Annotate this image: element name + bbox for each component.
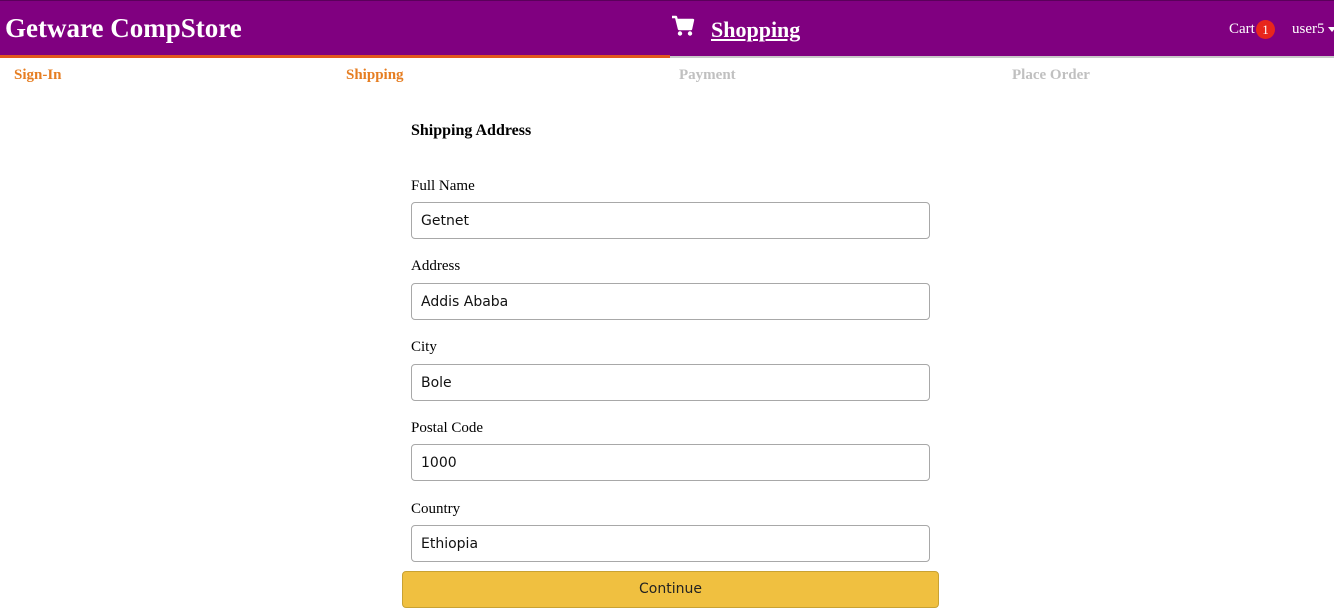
step-sign-in: Sign-In	[14, 67, 62, 83]
full-name-label: Full Name	[411, 178, 475, 194]
header-divider	[670, 56, 1334, 58]
country-label: Country	[411, 501, 461, 517]
form-title: Shipping Address	[411, 122, 532, 139]
address-label: Address	[411, 258, 461, 274]
full-name-input[interactable]	[411, 202, 930, 239]
postal-code-input[interactable]	[411, 444, 930, 481]
cart-link[interactable]: Cart	[1229, 20, 1255, 38]
continue-button[interactable]: Continue	[402, 571, 939, 608]
step-place-order: Place Order	[1012, 67, 1090, 83]
caret-down-icon	[1327, 27, 1334, 33]
step-payment: Payment	[679, 67, 736, 83]
step-shipping: Shipping	[346, 67, 404, 83]
postal-code-label: Postal Code	[411, 420, 484, 436]
shopping-cart-icon[interactable]	[671, 15, 695, 37]
user-name: user5	[1292, 21, 1325, 37]
shopping-link[interactable]: Shopping	[711, 15, 800, 45]
active-section-underline	[0, 55, 670, 58]
top-navbar: Getware CompStore Shopping Cart 1 user5	[0, 0, 1334, 58]
brand-link[interactable]: Getware CompStore	[5, 12, 242, 44]
city-label: City	[411, 339, 437, 355]
country-input[interactable]	[411, 525, 930, 562]
address-input[interactable]	[411, 283, 930, 320]
cart-count-badge[interactable]: 1	[1256, 20, 1275, 39]
user-menu[interactable]: user5	[1292, 20, 1334, 38]
city-input[interactable]	[411, 364, 930, 401]
